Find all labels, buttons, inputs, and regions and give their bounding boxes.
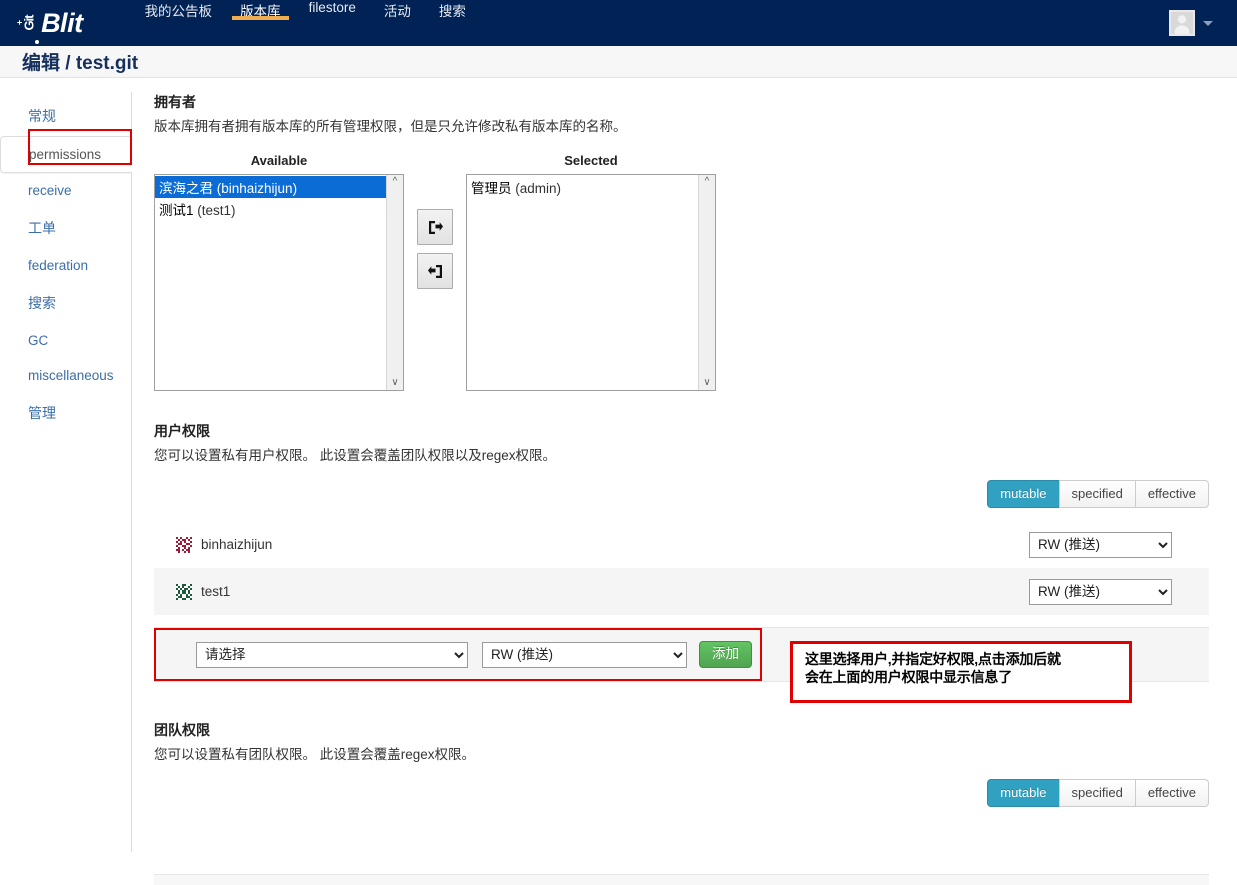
sidebar-item-general[interactable]: 常规 [0,96,131,136]
identicon-avatar [176,536,192,553]
nav-item-search[interactable]: 搜索 [425,0,480,20]
nav-item-activity[interactable]: 活动 [370,0,425,20]
selected-listbox[interactable]: 管理员 (admin) ^ ∨ [466,174,716,391]
logo-git-label: Git [21,15,37,31]
page-body: 常规 permissions receive 工单 federation 搜索 … [0,78,1237,852]
scroll-up-icon[interactable]: ^ [699,175,715,189]
team-permissions-filter-group: mutable specified effective [154,779,1209,807]
scroll-up-icon[interactable]: ^ [387,175,403,189]
remove-owner-button[interactable] [417,253,453,289]
available-scrollbar[interactable]: ^ ∨ [386,175,403,390]
navbar-right [1169,0,1237,46]
add-user-select[interactable]: 请选择 [196,641,468,668]
settings-content: 拥有者 版本库拥有者拥有版本库的所有管理权限，但是只允许修改私有版本库的名称。 … [132,92,1237,852]
selected-scrollbar[interactable]: ^ ∨ [698,175,715,390]
selected-column: Selected 管理员 (admin) ^ ∨ [466,153,716,391]
permission-user-name: binhaizhijun [201,537,273,552]
user-avatar-icon[interactable] [1169,10,1195,36]
identicon-avatar [176,583,192,600]
add-permission-select[interactable]: RW (推送) [482,641,687,668]
logo-git-text: + Git [15,15,37,31]
permission-select-test1[interactable]: RW (推送) [1029,578,1172,605]
permission-select-binhaizhijun[interactable]: RW (推送) [1029,531,1172,558]
team-permissions-section: 团队权限 您可以设置私有团队权限。 此设置会覆盖regex权限。 mutable… [154,720,1209,807]
logo-blit-label: Blit [41,7,83,38]
sidebar-item-federation[interactable]: federation [0,248,131,283]
palette-transfer-buttons [404,153,466,289]
main-nav: 我的公告板 版本库 filestore 活动 搜索 [97,0,480,46]
list-item[interactable]: 测试1 (test1) [155,198,403,220]
nav-item-filestore[interactable]: filestore [295,0,370,15]
sidebar-item-permissions[interactable]: permissions [0,136,132,173]
gitblit-logo[interactable]: + Git Blit [0,0,97,46]
owners-palette: Available 滨海之君 (binhaizhijun) 测试1 (test1… [154,153,1209,391]
sidebar-item-tickets[interactable]: 工单 [0,208,131,248]
available-listbox[interactable]: 滨海之君 (binhaizhijun) 测试1 (test1) ^ ∨ [154,174,404,391]
top-navbar: + Git Blit 我的公告板 版本库 filestore 活动 搜索 [0,0,1237,46]
filter-effective-users[interactable]: effective [1134,480,1209,508]
sidebar-item-miscellaneous[interactable]: miscellaneous [0,358,131,393]
list-item[interactable]: 管理员 (admin) [467,176,715,198]
team-permissions-title: 团队权限 [154,722,210,738]
chevron-down-icon[interactable] [1203,20,1213,26]
sidebar-item-search[interactable]: 搜索 [0,283,131,323]
filter-specified-teams[interactable]: specified [1058,779,1136,807]
add-owner-button[interactable] [417,209,453,245]
annotation-callout: 这里选择用户,并指定好权限,点击添加后就 会在上面的用户权限中显示信息了 [790,641,1132,703]
add-permission-area: 请选择 RW (推送) 添加 这里选择用户,并指定好权限,点击添加后就 会在上面… [154,627,1209,703]
user-permissions-filter-group: mutable specified effective [154,480,1209,508]
filter-mutable-users[interactable]: mutable [987,480,1060,508]
annotation-line-1: 这里选择用户,并指定好权限,点击添加后就 [805,651,1061,667]
add-permission-button[interactable]: 添加 [699,641,752,668]
table-row: test1 RW (推送) [154,568,1209,615]
selected-header: Selected [564,153,618,168]
settings-sidebar: 常规 permissions receive 工单 federation 搜索 … [0,92,132,852]
scroll-down-icon[interactable]: ∨ [699,376,715,390]
team-permissions-description: 您可以设置私有团队权限。 此设置会覆盖regex权限。 [154,747,476,762]
sidebar-item-manage[interactable]: 管理 [0,393,131,433]
table-row: binhaizhijun RW (推送) [154,521,1209,568]
filter-mutable-teams[interactable]: mutable [987,779,1060,807]
permission-user-name: test1 [201,584,231,599]
owners-title: 拥有者 [154,94,196,110]
annotation-line-2: 会在上面的用户权限中显示信息了 [805,668,1012,685]
form-actions: 保存 取消 [154,874,1209,885]
sidebar-item-receive[interactable]: receive [0,173,131,208]
user-permissions-section: 用户权限 您可以设置私有用户权限。 此设置会覆盖团队权限以及regex权限。 m… [154,421,1209,703]
nav-item-dashboard[interactable]: 我的公告板 [131,0,227,20]
sidebar-item-gc[interactable]: GC [0,323,131,358]
user-permissions-description: 您可以设置私有用户权限。 此设置会覆盖团队权限以及regex权限。 [154,448,557,463]
scroll-down-icon[interactable]: ∨ [387,376,403,390]
logo-dot-icon [35,40,40,44]
filter-specified-users[interactable]: specified [1058,480,1136,508]
user-permissions-list: binhaizhijun RW (推送) test1 RW (推送) [154,521,1209,615]
available-header: Available [250,153,308,168]
page-title: 编辑 / test.git [22,53,139,74]
filter-effective-teams[interactable]: effective [1134,779,1209,807]
owners-description: 版本库拥有者拥有版本库的所有管理权限，但是只允许修改私有版本库的名称。 [154,119,627,134]
user-permissions-title: 用户权限 [154,423,210,439]
nav-item-repositories[interactable]: 版本库 [226,0,295,20]
list-item[interactable]: 滨海之君 (binhaizhijun) [155,176,403,198]
breadcrumb: 编辑 / test.git [0,46,1237,78]
available-column: Available 滨海之君 (binhaizhijun) 测试1 (test1… [154,153,404,391]
